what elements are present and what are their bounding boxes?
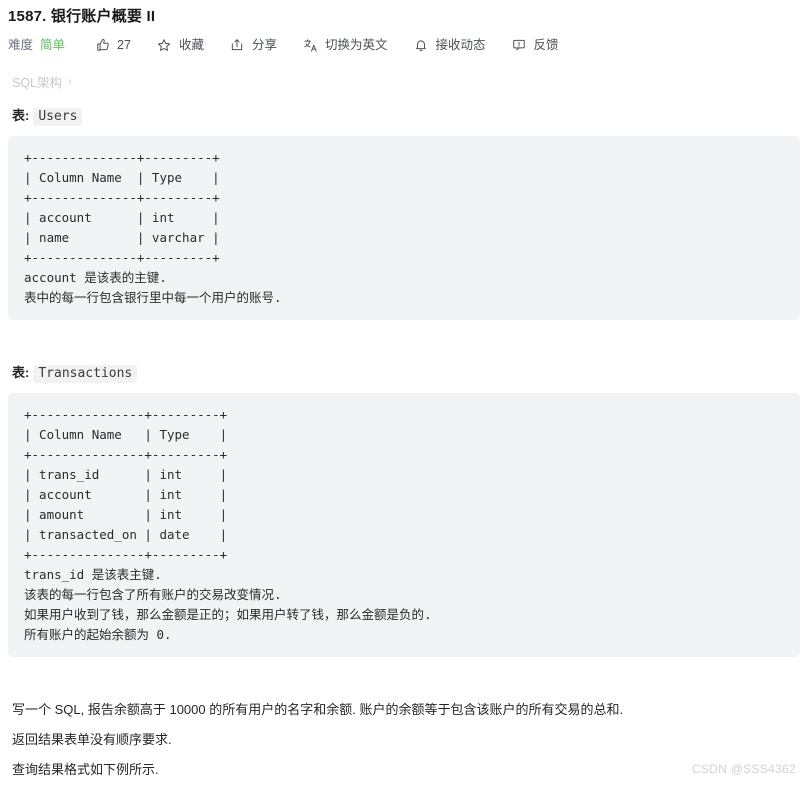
code-block-users: +--------------+---------+ | Column Name…: [8, 136, 800, 320]
description-paragraph: 写一个 SQL, 报告余额高于 10000 的所有用户的名字和余额. 账户的余额…: [12, 702, 624, 717]
watermark: CSDN @SSS4362: [691, 762, 796, 776]
schema-transactions: +---------------+---------+ | Column Nam…: [24, 407, 432, 642]
subscribe-button[interactable]: 接收动态: [413, 36, 486, 54]
table-caption-label: 表:: [12, 108, 30, 123]
share-icon: [230, 38, 245, 53]
share-label: 分享: [251, 38, 277, 52]
feedback-icon: [512, 38, 527, 53]
favorite-button[interactable]: 收藏: [157, 36, 204, 54]
bell-icon: [413, 38, 428, 53]
schema-users: +--------------+---------+ | Column Name…: [24, 150, 282, 305]
thumbs-up-icon: [95, 38, 110, 53]
translate-icon: [303, 38, 318, 53]
code-block-transactions: +---------------+---------+ | Column Nam…: [8, 393, 800, 657]
table-caption-users: 表: Users: [0, 91, 808, 126]
breadcrumb-label: SQL架构: [12, 76, 63, 90]
table-caption-label: 表:: [12, 365, 30, 380]
feedback-label: 反馈: [533, 38, 559, 52]
breadcrumb[interactable]: SQL架构 ›: [0, 54, 808, 91]
description-paragraph: 查询结果格式如下例所示.: [12, 762, 159, 777]
star-icon: [157, 38, 172, 53]
difficulty-value: 简单: [40, 38, 66, 52]
table-caption-transactions: 表: Transactions: [0, 320, 808, 383]
subscribe-label: 接收动态: [435, 38, 486, 52]
meta-toolbar: 难度 简单 27 收藏 分享 切换为英文 接收动态 反馈: [0, 28, 808, 54]
problem-page: 1587. 银行账户概要 II 难度 简单 27 收藏 分享 切换为英文 接收动…: [0, 0, 808, 790]
feedback-button[interactable]: 反馈: [512, 36, 559, 54]
difficulty-group: 难度 简单: [8, 36, 65, 54]
table-name-users: Users: [33, 108, 83, 126]
chevron-right-icon: ›: [68, 75, 72, 88]
share-button[interactable]: 分享: [230, 36, 277, 54]
table-name-transactions: Transactions: [33, 365, 138, 383]
translate-button[interactable]: 切换为英文: [303, 36, 388, 54]
problem-description: 写一个 SQL, 报告余额高于 10000 的所有用户的名字和余额. 账户的余额…: [0, 699, 808, 781]
like-button[interactable]: 27: [95, 36, 131, 54]
difficulty-label: 难度: [8, 38, 34, 52]
favorite-label: 收藏: [178, 38, 204, 52]
page-title: 1587. 银行账户概要 II: [8, 8, 156, 25]
title-row: 1587. 银行账户概要 II: [0, 0, 808, 28]
like-count: 27: [117, 38, 131, 52]
description-paragraph: 返回结果表单没有顺序要求.: [12, 732, 172, 747]
translate-label: 切换为英文: [324, 38, 388, 52]
